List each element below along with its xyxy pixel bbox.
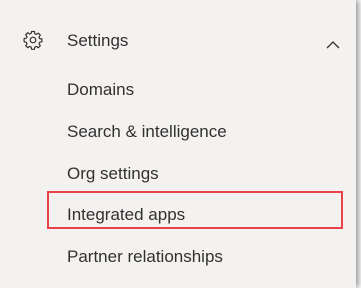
highlight-box [47,191,343,229]
settings-section-header[interactable]: Settings [0,16,356,66]
chevron-up-icon[interactable] [326,36,340,49]
gear-icon [23,30,43,50]
navigation-panel: Settings Domains Search & intelligence O… [0,0,356,288]
nav-item-domains[interactable]: Domains [67,75,134,105]
nav-item-org-settings[interactable]: Org settings [67,159,159,189]
settings-section-label: Settings [67,31,129,50]
nav-item-partner-relationships[interactable]: Partner relationships [67,242,223,272]
nav-item-search-intelligence[interactable]: Search & intelligence [67,117,227,147]
